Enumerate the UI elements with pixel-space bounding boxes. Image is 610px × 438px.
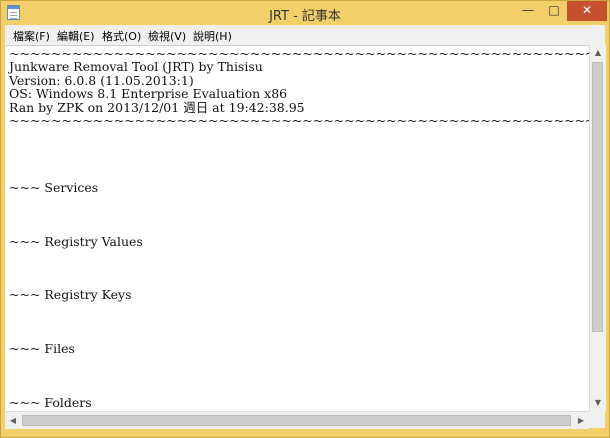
horizontal-scrollbar[interactable]: ◀ ▶ <box>5 411 589 429</box>
horizontal-scroll-thumb[interactable] <box>22 415 571 426</box>
scroll-left-arrow-icon[interactable]: ◀ <box>5 412 21 429</box>
menu-file[interactable]: 檔案(F) <box>13 28 50 44</box>
menu-format[interactable]: 格式(O) <box>102 28 141 44</box>
title-bar[interactable]: JRT - 記事本 — □ ✕ <box>1 1 609 25</box>
scroll-up-arrow-icon[interactable]: ▲ <box>590 45 606 61</box>
notepad-window: JRT - 記事本 — □ ✕ 檔案(F) 編輯(E) 格式(O) 檢視(V) … <box>0 0 610 438</box>
close-button[interactable]: ✕ <box>567 1 607 21</box>
menu-view[interactable]: 檢視(V) <box>148 28 186 44</box>
menu-edit[interactable]: 編輯(E) <box>57 28 95 44</box>
menu-help[interactable]: 說明(H) <box>193 28 232 44</box>
vertical-scroll-thumb[interactable] <box>592 62 603 332</box>
menu-bar: 檔案(F) 編輯(E) 格式(O) 檢視(V) 說明(H) <box>5 25 605 45</box>
scroll-right-arrow-icon[interactable]: ▶ <box>573 412 589 429</box>
vertical-scrollbar[interactable]: ▲ ▼ <box>589 45 606 411</box>
scroll-down-arrow-icon[interactable]: ▼ <box>590 395 606 411</box>
minimize-button[interactable]: — <box>515 1 541 21</box>
document-text[interactable]: ~~~~~~~~~~~~~~~~~~~~~~~~~~~~~~~~~~~~~~~~… <box>9 47 589 409</box>
scrollbar-corner <box>589 411 605 428</box>
text-editor-area[interactable]: ~~~~~~~~~~~~~~~~~~~~~~~~~~~~~~~~~~~~~~~~… <box>5 45 589 412</box>
maximize-button[interactable]: □ <box>541 1 567 21</box>
